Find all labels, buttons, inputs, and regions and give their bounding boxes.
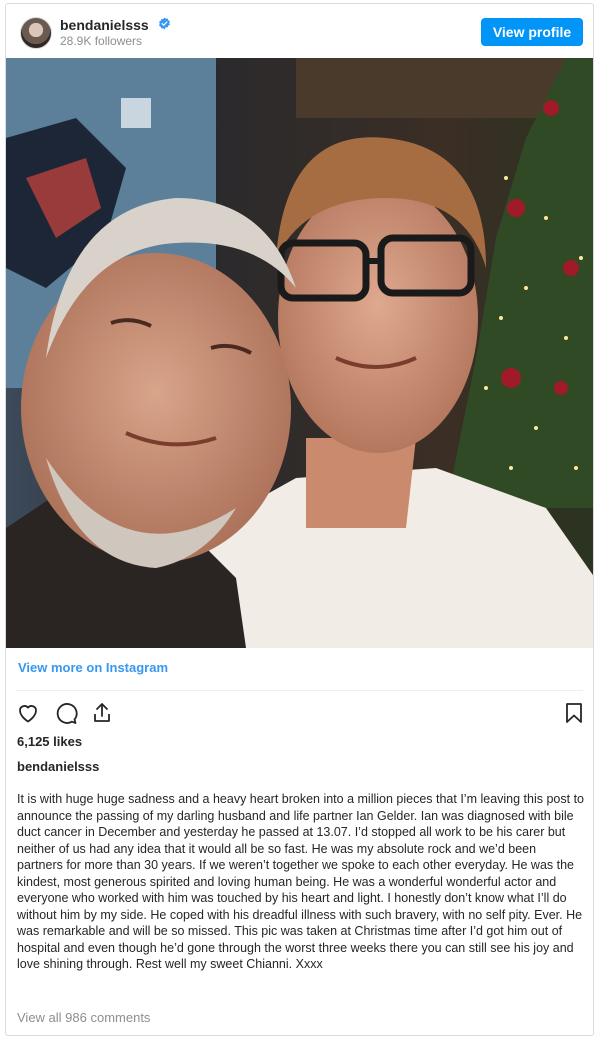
instagram-embed-card: bendanielsss 28.9K followers View profil… [5, 3, 594, 1036]
photo-illustration [6, 58, 593, 648]
share-icon[interactable] [90, 701, 114, 725]
divider [16, 690, 583, 691]
like-count[interactable]: 6,125 likes [17, 734, 82, 749]
post-photo[interactable] [6, 58, 593, 648]
heart-icon[interactable] [16, 701, 40, 725]
caption-text: It is with huge huge sadness and a heavy… [17, 792, 584, 971]
follower-count: 28.9K followers [60, 34, 143, 48]
view-profile-button[interactable]: View profile [481, 18, 583, 46]
avatar[interactable] [20, 17, 52, 49]
view-all-comments-link[interactable]: View all 986 comments [17, 1010, 150, 1025]
verified-badge-icon [159, 17, 170, 30]
view-more-on-instagram-link[interactable]: View more on Instagram [18, 660, 168, 675]
action-bar [16, 701, 586, 727]
post-header: bendanielsss 28.9K followers View profil… [6, 4, 593, 58]
caption-username-link[interactable]: bendanielsss [17, 759, 99, 774]
username-link[interactable]: bendanielsss [60, 17, 149, 33]
comment-icon[interactable] [54, 701, 78, 725]
bookmark-icon[interactable] [562, 701, 586, 725]
